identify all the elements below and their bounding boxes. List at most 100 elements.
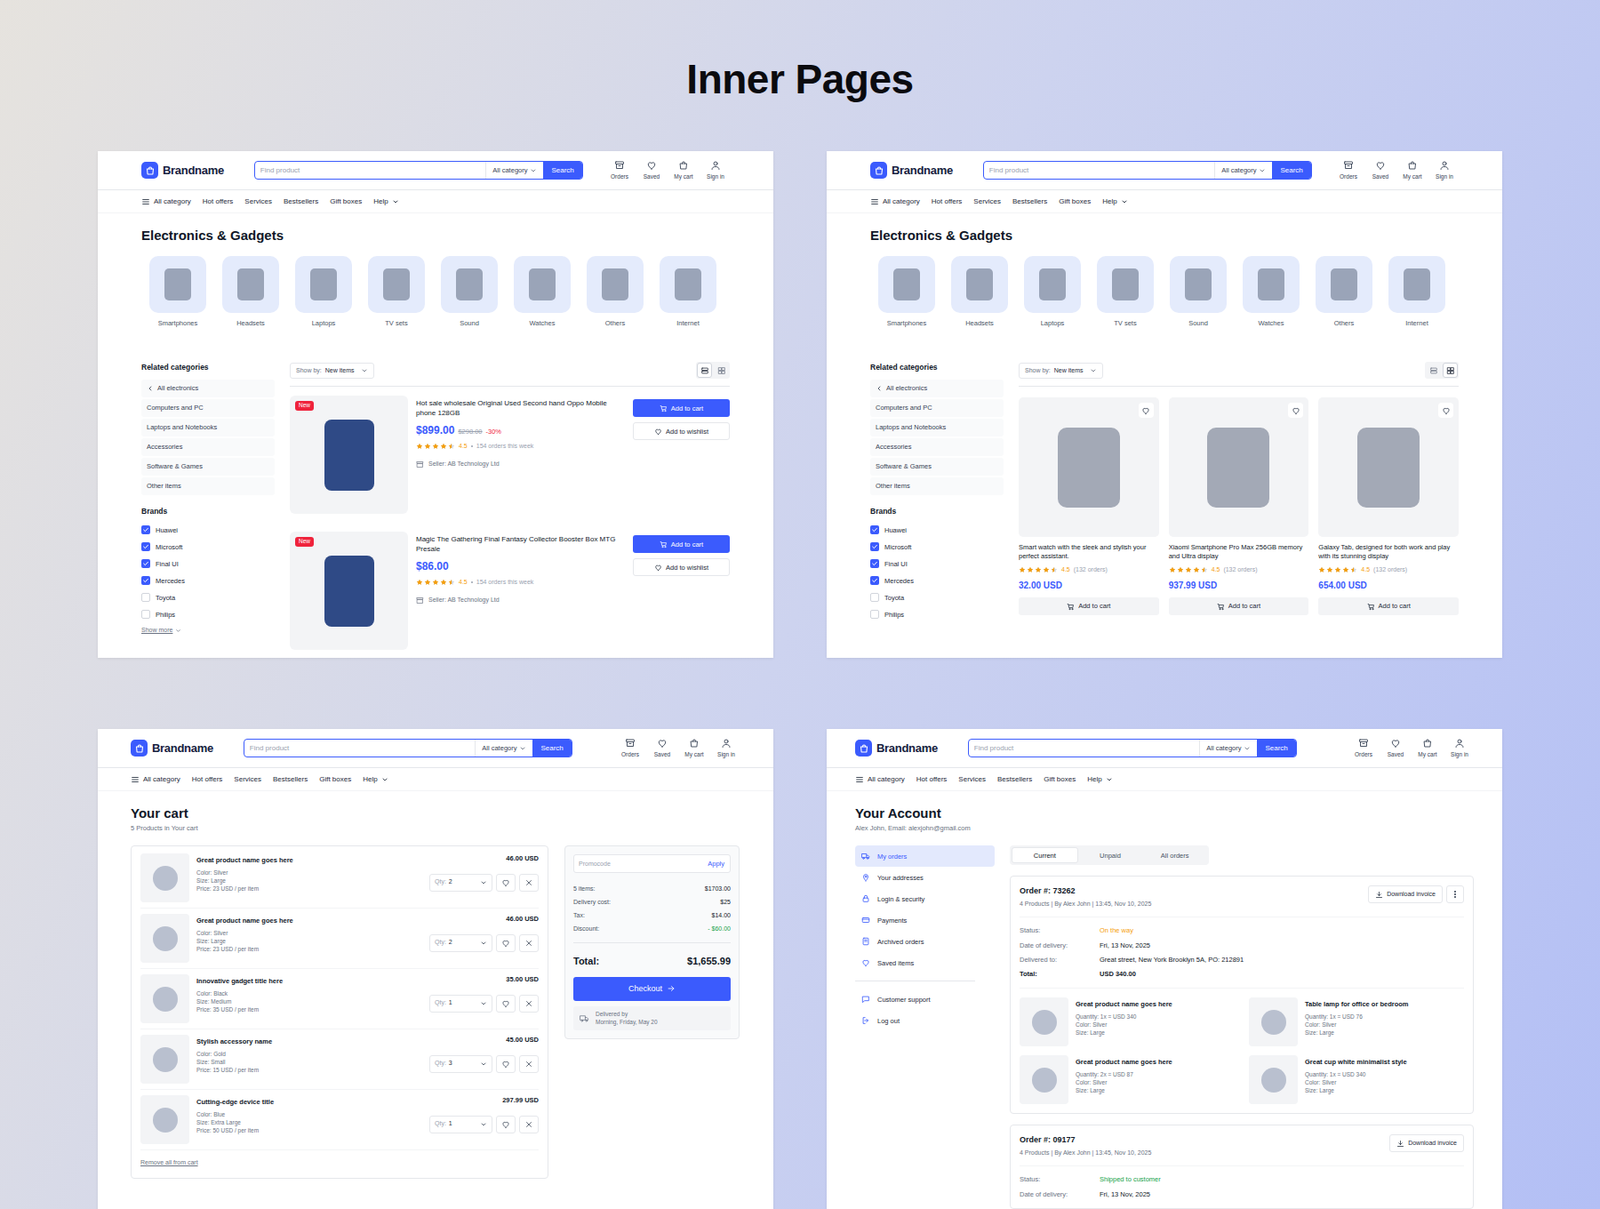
header-action[interactable]: Sign in [1445, 737, 1474, 760]
nav-item[interactable]: Bestsellers [283, 196, 319, 208]
tab[interactable]: Unpaid [1078, 847, 1144, 864]
brand-option[interactable]: Huawei [141, 521, 275, 539]
checkbox[interactable] [141, 592, 151, 602]
logo[interactable]: Brandname [870, 161, 953, 180]
header-action[interactable]: Sign in [701, 160, 730, 182]
nav-item[interactable]: Bestsellers [997, 774, 1032, 785]
category-link[interactable]: Other items [870, 477, 1004, 496]
checkbox[interactable] [141, 576, 151, 585]
checkout-button[interactable]: Checkout [573, 976, 731, 1001]
checkbox[interactable] [870, 559, 880, 568]
brand-option[interactable]: Microsoft [141, 538, 275, 556]
checkbox[interactable] [141, 609, 151, 619]
search-input[interactable] [255, 161, 486, 179]
category-select[interactable]: All category [485, 161, 544, 179]
category-select[interactable]: All category [1199, 739, 1257, 757]
header-action[interactable]: My cart [1413, 737, 1442, 760]
brand-option[interactable]: Philips [141, 606, 275, 624]
list-view-icon[interactable] [696, 362, 712, 378]
show-more[interactable]: Show more [141, 625, 275, 636]
nav-item[interactable]: Gift boxes [1058, 196, 1091, 208]
sort-select[interactable]: Show by:New items [1018, 362, 1104, 379]
qty-select[interactable]: Qty:3 [429, 1055, 493, 1073]
logo[interactable]: Brandname [130, 739, 214, 758]
menu-item[interactable]: Archived orders [855, 930, 995, 952]
nav-item[interactable]: Bestsellers [1012, 196, 1048, 208]
qty-select[interactable]: Qty:1 [429, 1115, 493, 1134]
header-action[interactable]: Orders [1334, 160, 1363, 182]
nav-item[interactable]: Help [1102, 196, 1128, 208]
add-to-cart-button[interactable]: Add to cart [1168, 597, 1310, 616]
nav-item[interactable]: Help [362, 774, 388, 785]
brand-option[interactable]: Philips [870, 606, 1004, 624]
item-name[interactable]: Table lamp for office or bedroom [1304, 999, 1464, 1009]
checkbox[interactable] [870, 576, 880, 585]
checkbox[interactable] [870, 609, 880, 619]
menu-item[interactable]: Login & security [855, 888, 995, 910]
heart-icon[interactable] [496, 1115, 516, 1134]
category-link[interactable]: Software & Games [141, 457, 275, 476]
nav-item[interactable]: Help [373, 196, 399, 208]
nav-item[interactable]: All category [130, 774, 181, 785]
nav-item[interactable]: Bestsellers [272, 774, 308, 785]
nav-item[interactable]: Hot offers [202, 196, 234, 208]
header-action[interactable]: Saved [637, 160, 666, 182]
nav-item[interactable]: Hot offers [916, 774, 948, 785]
header-action[interactable]: Sign in [712, 737, 741, 760]
nav-item[interactable]: Help [1087, 774, 1112, 785]
menu-item[interactable]: Your addresses [855, 866, 995, 888]
brand-option[interactable]: Mercedes [870, 572, 1004, 590]
category-tile[interactable]: Watches [513, 256, 571, 328]
brand-option[interactable]: Toyota [870, 589, 1004, 607]
category-tile[interactable]: Laptops [295, 256, 352, 328]
item-name[interactable]: Innovative gadget title here [196, 976, 423, 986]
item-name[interactable]: Stylish accessory name [196, 1036, 423, 1047]
search-input[interactable] [244, 739, 475, 757]
category-select[interactable]: All category [1214, 161, 1272, 179]
search-input[interactable] [968, 739, 1200, 757]
nav-item[interactable]: Services [973, 196, 1001, 208]
nav-item[interactable]: Gift boxes [329, 196, 362, 208]
header-action[interactable]: Saved [1381, 737, 1410, 760]
qty-select[interactable]: Qty:2 [429, 934, 493, 952]
header-action[interactable]: Orders [605, 160, 634, 182]
qty-select[interactable]: Qty:2 [429, 873, 493, 892]
checkbox[interactable] [870, 525, 880, 535]
seller[interactable]: Seller: AB Technology Ltd [428, 459, 500, 470]
remove-icon[interactable] [519, 873, 539, 892]
add-to-wishlist-button[interactable]: Add to wishlist [632, 422, 730, 440]
tab[interactable]: Current [1011, 847, 1079, 864]
remove-icon[interactable] [519, 994, 539, 1013]
wishlist-button[interactable] [1138, 402, 1154, 418]
checkbox[interactable] [141, 559, 151, 568]
add-to-cart-button[interactable]: Add to cart [1018, 597, 1160, 616]
item-name[interactable]: Cutting-edge device title [196, 1096, 423, 1107]
item-name[interactable]: Great product name goes here [196, 855, 423, 865]
brand-option[interactable]: Huawei [870, 521, 1004, 539]
more-icon[interactable] [1446, 885, 1464, 904]
checkbox[interactable] [870, 542, 880, 552]
menu-item[interactable]: My orders [855, 845, 995, 867]
category-tile[interactable]: Headsets [951, 256, 1008, 328]
item-name[interactable]: Great cup white minimalist style [1304, 1056, 1464, 1067]
wishlist-button[interactable] [1438, 402, 1454, 418]
heart-icon[interactable] [496, 934, 516, 952]
product-title[interactable]: Magic The Gathering Final Fantasy Collec… [416, 535, 625, 555]
brand-option[interactable]: Final UI [870, 555, 1004, 573]
checkbox[interactable] [141, 542, 151, 552]
nav-item[interactable]: Services [958, 774, 986, 785]
remove-all-link[interactable]: Remove all from cart [140, 1150, 539, 1176]
sort-select[interactable]: Show by:New items [289, 362, 375, 379]
header-action[interactable]: Saved [1366, 160, 1395, 182]
list-view-icon[interactable] [1425, 362, 1441, 378]
category-link[interactable]: Other items [141, 477, 275, 496]
add-to-cart-button[interactable]: Add to cart [632, 399, 730, 417]
product-title[interactable]: Smart watch with the sleek and stylish y… [1018, 543, 1160, 561]
category-link[interactable]: Computers and PC [870, 399, 1004, 417]
nav-item[interactable]: All category [855, 774, 905, 785]
heart-icon[interactable] [496, 994, 516, 1013]
header-action[interactable]: My cart [680, 737, 709, 760]
category-tile[interactable]: Smartphones [149, 256, 207, 328]
header-action[interactable]: My cart [1398, 160, 1427, 182]
add-to-wishlist-button[interactable]: Add to wishlist [632, 558, 730, 576]
